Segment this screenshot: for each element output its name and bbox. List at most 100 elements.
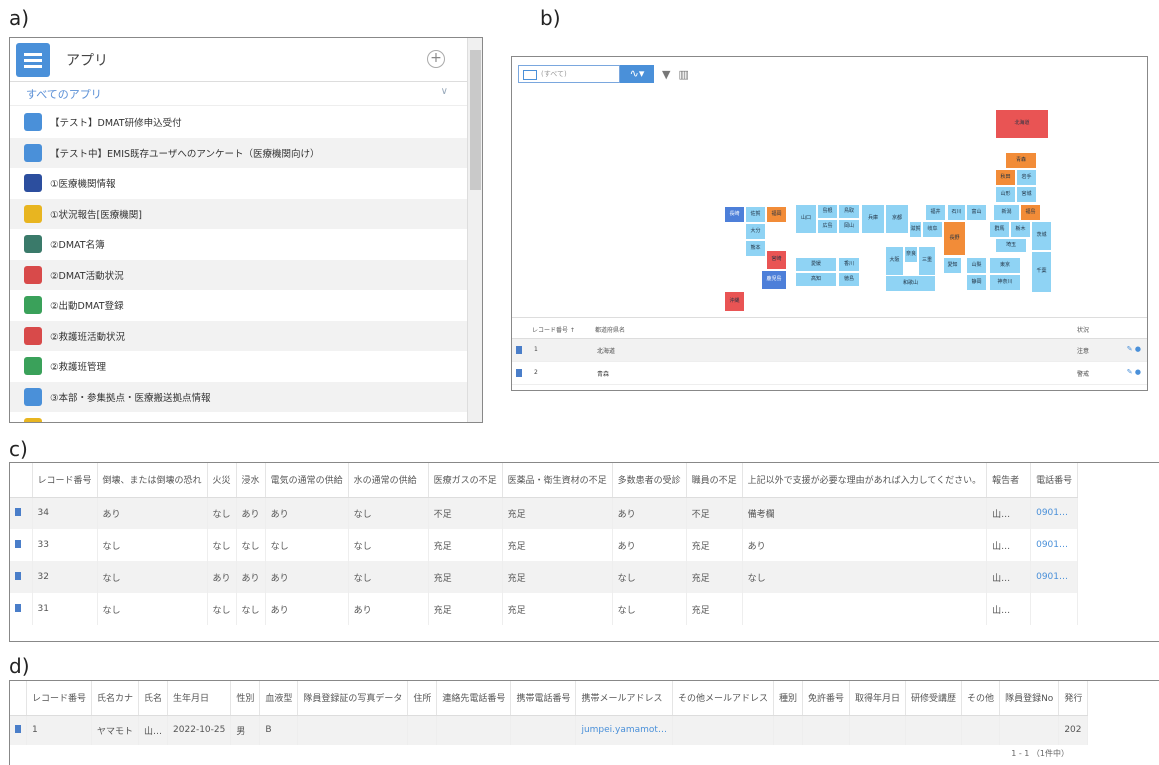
prefecture-tile[interactable]: 岡山 [839,220,859,233]
prefecture-tile[interactable]: 高知 [796,273,836,286]
column-header[interactable]: 火災 [207,463,237,498]
prefecture-tile[interactable]: 長崎 [725,207,744,222]
column-header[interactable]: 報告者 [986,463,1032,498]
document-icon[interactable] [10,561,33,593]
table-row[interactable]: 2 青森 警戒 ✎ ● [512,362,1147,385]
column-header[interactable]: 電気の通常の供給 [265,463,349,498]
document-icon[interactable] [10,529,33,561]
edit-icon[interactable]: ✎ ● [1127,345,1141,353]
prefecture-tile[interactable]: 宮城 [1017,187,1036,202]
header-status[interactable]: 状況 [1077,325,1089,334]
prefecture-tile[interactable]: 熊本 [746,241,765,256]
document-icon[interactable] [516,369,522,379]
prefecture-tile[interactable]: 静岡 [967,275,986,290]
column-header[interactable]: 医薬品・衛生資材の不足 [502,463,613,498]
prefecture-tile[interactable]: 香川 [839,258,859,271]
prefecture-tile[interactable]: 千葉 [1032,252,1051,292]
bar-chart-icon[interactable]: ▥ [678,68,688,81]
table-cell[interactable] [1030,593,1079,625]
app-list-item[interactable]: ④状況報告[避難所] [10,412,468,422]
prefecture-tile[interactable]: 愛媛 [796,258,836,271]
app-list-item[interactable]: ②救護班管理 [10,351,468,382]
prefecture-tile[interactable]: 群馬 [990,222,1009,237]
prefecture-tile[interactable]: 大分 [746,224,765,239]
column-header[interactable]: 職員の不足 [686,463,743,498]
table-row[interactable]: 32 なし あり あり あり なし 充足 充足 なし 充足 なし 山… 0901… [10,561,1079,593]
filter-icon[interactable]: ▼ [662,68,670,81]
prefecture-tile[interactable]: 神奈川 [990,275,1020,290]
prefecture-tile[interactable]: 大阪 [886,247,903,275]
table-row[interactable]: 33 なし なし なし なし なし 充足 充足 あり 充足 あり 山… 0901… [10,529,1079,561]
prefecture-tile[interactable]: 埼玉 [996,239,1026,252]
column-header[interactable]: 水の通常の供給 [348,463,429,498]
app-list-item[interactable]: ③本部・参集拠点・医療搬送拠点情報 [10,381,468,412]
prefecture-tile[interactable]: 徳島 [839,273,859,286]
column-header[interactable]: 多数患者の受診 [612,463,687,498]
prefecture-tile[interactable]: 長野 [944,222,965,255]
prefecture-tile[interactable]: 島根 [818,205,837,218]
prefecture-tile[interactable]: 富山 [967,205,986,220]
all-apps-dropdown[interactable]: すべてのアプリ ∨ [10,82,482,106]
prefecture-tile[interactable]: 鹿児島 [762,271,786,289]
document-icon[interactable] [516,346,522,356]
column-header[interactable]: 氏名カナ [91,681,140,716]
column-header[interactable]: 携帯メールアドレス [575,681,673,716]
scrollbar[interactable] [467,38,482,422]
prefecture-tile[interactable]: 北海道 [996,110,1048,138]
column-header[interactable]: 氏名 [138,681,169,716]
table-row[interactable]: 31 なし なし なし あり あり 充足 充足 なし 充足 山… [10,593,1079,625]
prefecture-tile[interactable]: 沖縄 [725,292,744,311]
column-header[interactable]: レコード番号 [32,463,98,498]
add-app-button[interactable]: + [427,50,445,68]
table-cell[interactable]: jumpei.yamamot… [575,715,673,745]
app-list-item[interactable]: ①状況報告[医療機関] [10,198,468,229]
prefecture-tile[interactable]: 新潟 [994,205,1019,220]
prefecture-tile[interactable]: 和歌山 [886,276,935,291]
prefecture-tile[interactable]: 山形 [996,187,1015,202]
prefecture-tile[interactable]: 佐賀 [746,207,765,222]
graph-button[interactable]: ∿▾ [620,65,654,83]
column-header[interactable]: 血液型 [259,681,299,716]
prefecture-tile[interactable]: 栃木 [1011,222,1030,237]
table-cell[interactable]: 0901… [1030,529,1079,561]
column-header[interactable]: 携帯電話番号 [510,681,577,716]
app-list-item[interactable]: ②DMAT活動状況 [10,259,468,290]
app-list-item[interactable]: 【テスト中】EMIS既存ユーザへのアンケート（医療機関向け） [10,137,468,168]
document-icon[interactable] [10,715,27,745]
prefecture-tile[interactable]: 秋田 [996,170,1015,185]
prefecture-tile[interactable]: 山口 [796,205,816,233]
table-cell[interactable]: 0901… [1030,497,1079,529]
column-header[interactable]: 発行 [1058,681,1089,716]
column-header[interactable]: 倒壊、または倒壊の恐れ [97,463,208,498]
table-cell[interactable]: 0901… [1030,561,1079,593]
prefecture-tile[interactable]: 岩手 [1017,170,1036,185]
table-row[interactable]: 1 北海道 注意 ✎ ● [512,339,1147,362]
column-header[interactable]: その他 [961,681,1001,716]
column-header[interactable]: 住所 [407,681,438,716]
column-header[interactable]: 浸水 [236,463,266,498]
app-list-item[interactable]: ①医療機関情報 [10,168,468,199]
prefecture-tile[interactable]: 鳥取 [839,205,859,218]
prefecture-tile[interactable]: 奈良 [905,247,917,262]
column-header[interactable]: 性別 [230,681,261,716]
column-header[interactable]: 連絡先電話番号 [436,681,512,716]
prefecture-tile[interactable]: 愛知 [944,258,961,273]
column-header[interactable] [10,681,27,716]
column-header[interactable]: 隊員登録No [999,681,1060,716]
column-header[interactable]: その他メールアドレス [672,681,774,716]
document-icon[interactable] [10,593,33,625]
column-header[interactable]: 種別 [773,681,804,716]
column-header[interactable] [10,463,33,498]
app-list-item[interactable]: ②救護班活動状況 [10,320,468,351]
prefecture-tile[interactable]: 兵庫 [862,205,884,233]
prefecture-tile[interactable]: 東京 [990,258,1020,273]
column-header[interactable]: 医療ガスの不足 [428,463,503,498]
column-header[interactable]: 上記以外で支援が必要な理由があれば入力してください。 [742,463,988,498]
prefecture-tile[interactable]: 京都 [886,205,908,233]
header-prefecture[interactable]: 都道府県名 [595,325,625,334]
prefecture-tile[interactable]: 茨城 [1032,222,1051,250]
table-row[interactable]: 1 ヤマモト 山… 2022-10-25 男 Bjumpei.yamamot… 202 [10,715,1089,745]
prefecture-tile[interactable]: 滋賀 [910,222,921,237]
column-header[interactable]: 隊員登録証の写真データ [297,681,409,716]
scrollbar-thumb[interactable] [470,50,481,190]
